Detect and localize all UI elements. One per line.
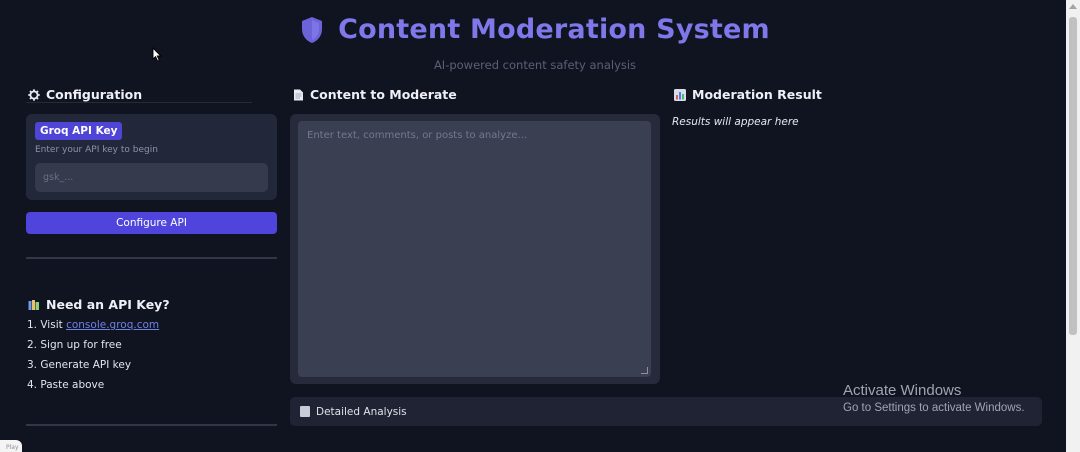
result-heading: Moderation Result xyxy=(674,87,822,102)
page-header: Content Moderation System xyxy=(0,14,1070,45)
play-label: Play xyxy=(6,444,19,451)
page-scrollbar[interactable] xyxy=(1066,0,1080,452)
api-key-input[interactable] xyxy=(35,163,268,192)
mouse-pointer-icon xyxy=(152,46,162,66)
content-heading: Content to Moderate xyxy=(292,87,457,102)
sidebar-divider-bottom xyxy=(26,424,277,426)
api-key-steps: 1. Visit console.groq.com 2. Sign up for… xyxy=(27,318,159,398)
step-item: 1. Visit console.groq.com xyxy=(27,318,159,338)
detailed-analysis-label: Detailed Analysis xyxy=(316,405,407,418)
sidebar-divider xyxy=(26,257,277,259)
gear-icon xyxy=(28,88,40,101)
help-heading-label: Need an API Key? xyxy=(46,297,170,312)
content-heading-label: Content to Moderate xyxy=(310,87,457,102)
scrollbar-thumb[interactable] xyxy=(1069,17,1077,335)
step-prefix: 1. Visit xyxy=(27,319,67,331)
app-page: Content Moderation System AI-powered con… xyxy=(0,0,1080,452)
api-key-help-text: Enter your API key to begin xyxy=(35,145,158,155)
result-heading-label: Moderation Result xyxy=(692,87,822,102)
bar-chart-icon xyxy=(674,88,686,101)
resize-handle[interactable] xyxy=(641,367,648,374)
document-icon xyxy=(292,89,304,101)
page-title: Content Moderation System xyxy=(338,14,770,45)
configure-api-button[interactable]: Configure API xyxy=(26,212,277,234)
sidebar-rule xyxy=(26,102,252,103)
step-item: 4. Paste above xyxy=(27,379,105,391)
shield-icon xyxy=(300,16,324,44)
activate-windows-watermark: Activate Windows Go to Settings to activ… xyxy=(843,382,1025,414)
scroll-up-arrow-icon[interactable] xyxy=(1069,4,1077,9)
help-heading: Need an API Key? xyxy=(28,297,170,312)
content-input-panel xyxy=(290,114,660,384)
clipboard-icon xyxy=(300,406,310,417)
content-textarea[interactable] xyxy=(298,121,651,377)
configuration-heading-label: Configuration xyxy=(46,87,143,102)
results-placeholder: Results will appear here xyxy=(672,116,799,128)
configuration-heading: Configuration xyxy=(28,87,142,102)
api-key-badge: Groq API Key xyxy=(35,122,123,140)
api-key-card: Groq API Key Enter your API key to begin xyxy=(26,114,277,200)
watermark-title: Activate Windows xyxy=(843,382,962,399)
step-item: 2. Sign up for free xyxy=(27,339,122,351)
step-item: 3. Generate API key xyxy=(27,359,132,371)
watermark-subtitle: Go to Settings to activate Windows. xyxy=(843,402,1025,414)
books-icon xyxy=(28,299,40,311)
groq-console-link[interactable]: console.groq.com xyxy=(66,319,159,331)
